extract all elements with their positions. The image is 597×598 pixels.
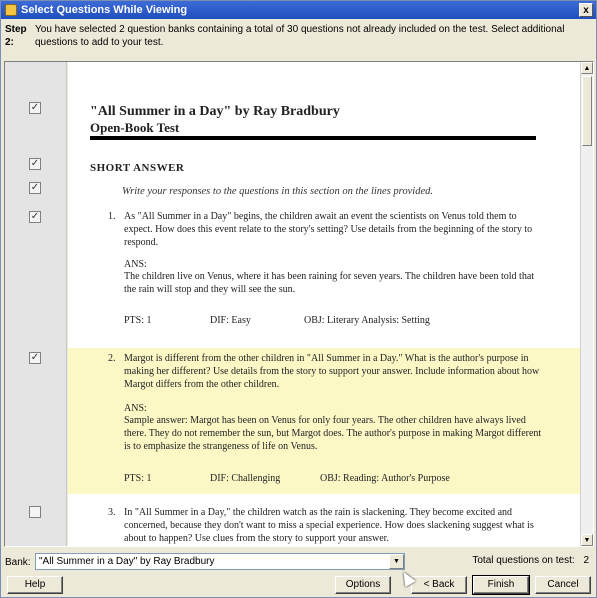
total-questions-value: 2: [583, 555, 589, 566]
question-number: 2.: [108, 353, 116, 364]
answer-text: The children live on Venus, where it has…: [124, 271, 535, 295]
bank-row: Bank: "All Summer in a Day" by Ray Bradb…: [5, 553, 593, 571]
question-text: In "All Summer in a Day," the children w…: [124, 507, 534, 544]
section-instructions: Write your responses to the questions in…: [122, 186, 433, 197]
dialog-window: Select Questions While Viewing x Step 2:…: [0, 0, 597, 598]
step-text: You have selected 2 question banks conta…: [35, 24, 565, 48]
question-text: As "All Summer in a Day" begins, the chi…: [124, 211, 533, 248]
question-number: 3.: [108, 507, 116, 518]
step-label: Step 2:: [5, 24, 27, 48]
help-button[interactable]: Help: [7, 576, 63, 594]
question-meta: PTS: 1 DIF: Challenging OBJ: Reading: Au…: [124, 472, 544, 485]
question-item-highlighted[interactable]: 2. Margot is different from the other ch…: [68, 348, 581, 494]
question-number: 1.: [108, 211, 116, 222]
window-title: Select Questions While Viewing: [21, 4, 188, 16]
question-item[interactable]: 1. As "All Summer in a Day" begins, the …: [68, 210, 581, 346]
points: PTS: 1: [124, 473, 152, 484]
answer-text: Sample answer: Margot has been on Venus …: [124, 415, 542, 452]
document-subtitle: Open-Book Test: [90, 120, 180, 135]
question-checkbox-section[interactable]: ✓: [29, 158, 41, 170]
objective: OBJ: Reading: Author's Purpose: [320, 473, 450, 484]
scroll-down-icon[interactable]: ▼: [581, 534, 593, 546]
chevron-down-icon[interactable]: ▼: [389, 554, 404, 569]
finish-button[interactable]: Finish: [472, 575, 530, 595]
close-button[interactable]: x: [579, 3, 593, 17]
options-button[interactable]: Options: [335, 576, 391, 594]
question-checkbox-2[interactable]: ✓: [29, 352, 41, 364]
document-title: "All Summer in a Day" by Ray Bradbury: [90, 104, 340, 119]
objective: OBJ: Literary Analysis: Setting: [304, 315, 430, 326]
question-text: Margot is different from the other child…: [124, 353, 540, 390]
vertical-scrollbar[interactable]: ▲ ▼: [580, 62, 593, 546]
points: PTS: 1: [124, 315, 152, 326]
step-instructions: Step 2: You have selected 2 question ban…: [5, 23, 593, 59]
app-icon: [5, 4, 17, 16]
back-button[interactable]: < Back: [411, 576, 467, 594]
title-rule: [90, 136, 536, 140]
checkbox-gutter: ✓ ✓ ✓ ✓ ✓: [5, 62, 67, 546]
total-questions: Total questions on test: 2: [472, 555, 589, 566]
preview-panel: ✓ ✓ ✓ ✓ ✓ "All Summer in a Day" by Ray B…: [4, 61, 594, 547]
bank-select[interactable]: "All Summer in a Day" by Ray Bradbury ▼: [35, 553, 405, 570]
section-heading: SHORT ANSWER: [90, 162, 185, 174]
scroll-up-icon[interactable]: ▲: [581, 62, 593, 74]
question-checkbox-instructions[interactable]: ✓: [29, 182, 41, 194]
bank-select-value: "All Summer in a Day" by Ray Bradbury: [39, 556, 215, 567]
question-checkbox-1[interactable]: ✓: [29, 211, 41, 223]
question-meta: PTS: 1 DIF: Easy OBJ: Literary Analysis:…: [124, 314, 544, 327]
difficulty: DIF: Easy: [210, 315, 251, 326]
scrollbar-thumb[interactable]: [582, 76, 592, 146]
question-checkbox-header[interactable]: ✓: [29, 102, 41, 114]
bank-label: Bank:: [5, 556, 31, 568]
question-item[interactable]: 3. In "All Summer in a Day," the childre…: [68, 506, 581, 546]
cancel-button[interactable]: Cancel: [535, 576, 591, 594]
difficulty: DIF: Challenging: [210, 473, 281, 484]
question-preview-document: "All Summer in a Day" by Ray Bradbury Op…: [68, 62, 581, 546]
total-questions-label: Total questions on test:: [472, 555, 575, 566]
question-checkbox-3[interactable]: [29, 506, 41, 518]
title-bar[interactable]: Select Questions While Viewing x: [1, 1, 596, 19]
